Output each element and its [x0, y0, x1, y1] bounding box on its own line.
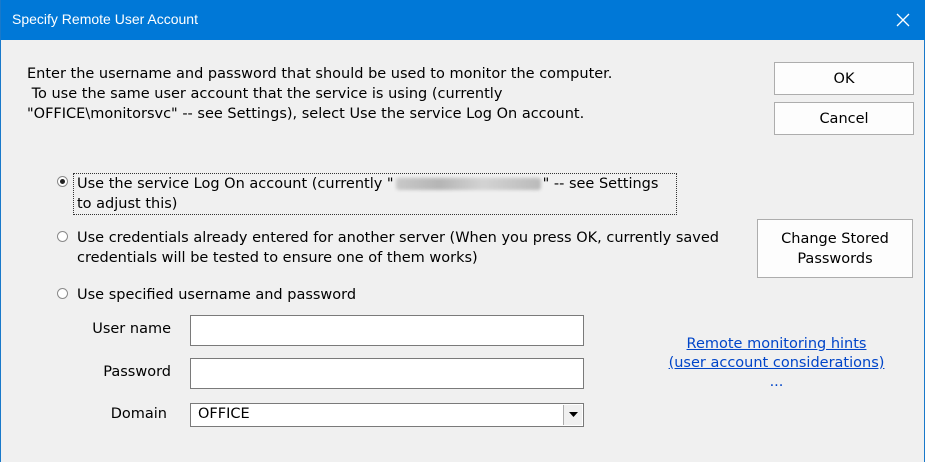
ok-button[interactable]: OK [774, 62, 914, 95]
radio-other-server[interactable] [57, 231, 68, 242]
window-title: Specify Remote User Account [12, 11, 198, 27]
option-other-server[interactable]: Use credentials already entered for anot… [57, 228, 737, 268]
hint-link-line2[interactable]: (user account considerations) [639, 354, 914, 373]
hint-link-line1[interactable]: Remote monitoring hints [639, 335, 914, 354]
option-service-logon-text-start: Use the service Log On account (currentl… [77, 176, 394, 192]
radio-service-logon[interactable] [57, 176, 68, 187]
option-other-server-label: Use credentials already entered for anot… [77, 230, 720, 266]
dialog-window: Specify Remote User Account Enter the us… [0, 0, 925, 462]
dropdown-arrow-button[interactable] [563, 405, 582, 425]
change-stored-passwords-button[interactable]: Change Stored Passwords [757, 219, 913, 278]
cancel-button[interactable]: Cancel [774, 102, 914, 135]
radio-specified[interactable] [57, 288, 68, 299]
password-label: Password [103, 364, 171, 380]
chevron-down-icon [568, 412, 578, 417]
hint-link-ellipsis: ... [769, 374, 784, 390]
close-button[interactable] [880, 0, 925, 40]
username-input[interactable] [190, 315, 584, 346]
domain-select-value: OFFICE [198, 406, 250, 422]
option-specified-label: Use specified username and password [77, 287, 357, 303]
close-icon [896, 13, 910, 27]
option-service-logon[interactable]: Use the service Log On account (currentl… [57, 173, 677, 215]
password-input[interactable] [190, 358, 584, 389]
domain-label: Domain [110, 406, 167, 422]
option-service-logon-label: Use the service Log On account (currentl… [73, 173, 677, 215]
option-specified[interactable]: Use specified username and password [57, 285, 557, 305]
title-bar[interactable]: Specify Remote User Account [1, 0, 925, 40]
redacted-account-name [395, 178, 541, 190]
domain-select[interactable]: OFFICE [190, 403, 584, 427]
remote-monitoring-hints-link[interactable]: Remote monitoring hints (user account co… [639, 335, 914, 392]
intro-text: Enter the username and password that sho… [27, 66, 613, 122]
username-label: User name [92, 321, 171, 337]
